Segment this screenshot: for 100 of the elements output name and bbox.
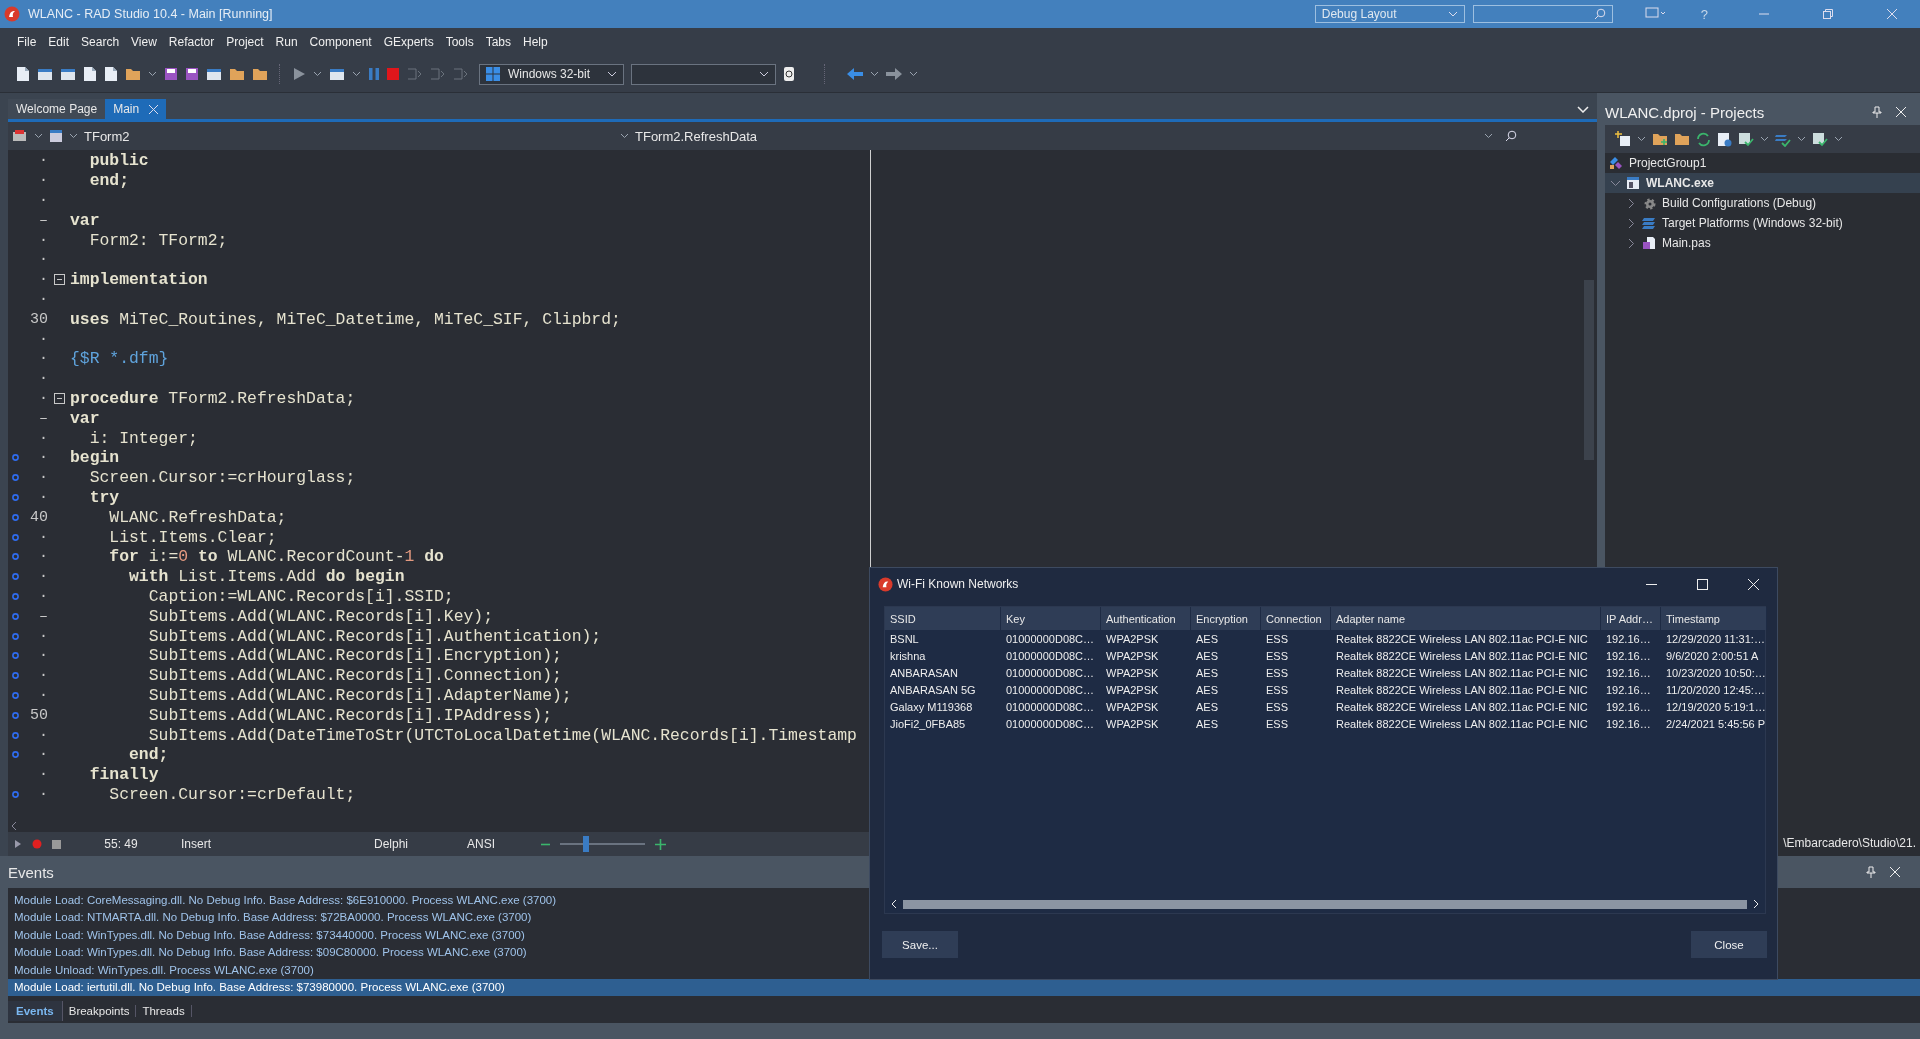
- panel-tab[interactable]: Events: [8, 1001, 63, 1021]
- pause-icon[interactable]: [368, 67, 380, 81]
- close-icon[interactable]: [1896, 107, 1906, 117]
- column-header[interactable]: Authentication: [1101, 607, 1191, 630]
- menu-item[interactable]: Project: [220, 35, 270, 49]
- line-marker-icon[interactable]: [11, 553, 19, 561]
- window-icon[interactable]: [329, 66, 345, 82]
- scroll-right-icon[interactable]: [1753, 899, 1759, 909]
- chevron-down-icon[interactable]: [313, 71, 322, 77]
- play-icon[interactable]: [14, 839, 22, 849]
- column-header[interactable]: SSID: [885, 607, 1001, 630]
- menu-item[interactable]: Search: [75, 35, 126, 49]
- line-marker-icon[interactable]: [11, 612, 19, 620]
- line-marker-icon[interactable]: [11, 672, 19, 680]
- collapse-icon[interactable]: [53, 274, 65, 286]
- menu-item[interactable]: GExperts: [377, 35, 440, 49]
- menu-item[interactable]: Edit: [42, 35, 76, 49]
- step-icon[interactable]: [452, 67, 468, 81]
- column-header[interactable]: Key: [1001, 607, 1101, 630]
- arrow-left-icon[interactable]: [847, 68, 863, 80]
- save-button[interactable]: Save...: [882, 931, 958, 958]
- line-marker-icon[interactable]: [11, 573, 19, 581]
- scrollbar-thumb[interactable]: [1584, 280, 1594, 460]
- panel-tab[interactable]: Breakpoints: [62, 1005, 137, 1017]
- menu-item[interactable]: View: [125, 35, 163, 49]
- chevron-down-icon[interactable]: [1797, 136, 1806, 142]
- platform-dropdown[interactable]: Windows 32-bit: [479, 63, 624, 85]
- stop-icon[interactable]: [52, 839, 61, 849]
- menu-item[interactable]: Component: [303, 35, 378, 49]
- maximize-icon[interactable]: [1697, 578, 1708, 590]
- window-icon[interactable]: [37, 66, 53, 82]
- expander-icon[interactable]: [1627, 238, 1636, 248]
- folder-icon[interactable]: [229, 67, 245, 81]
- chevron-down-icon[interactable]: [352, 71, 361, 77]
- chevron-down-icon[interactable]: [1834, 136, 1843, 142]
- panel-tab[interactable]: Threads: [136, 1005, 192, 1017]
- chevron-down-icon[interactable]: [148, 71, 157, 77]
- tree-item[interactable]: Build Configurations (Debug): [1605, 193, 1920, 213]
- window-icon[interactable]: [206, 66, 222, 82]
- menu-item[interactable]: Help: [517, 35, 554, 49]
- arrow-right-icon[interactable]: [886, 68, 902, 80]
- chevron-down-icon[interactable]: [1760, 136, 1769, 142]
- page-icon[interactable]: [16, 66, 30, 82]
- event-log-entry[interactable]: Module Load: iertutil.dll. No Debug Info. Base Address: $73980000. Process WLANC.exe (3700): [8, 978, 1920, 996]
- zoom-in-icon[interactable]: [655, 838, 666, 850]
- component-icon[interactable]: [12, 129, 28, 143]
- line-marker-icon[interactable]: [11, 513, 19, 521]
- window-icon[interactable]: [60, 66, 76, 82]
- column-header[interactable]: Encryption: [1191, 607, 1261, 630]
- chevron-down-icon[interactable]: [1637, 136, 1646, 142]
- folder-icon[interactable]: [125, 67, 141, 81]
- tree-item[interactable]: Target Platforms (Windows 32-bit): [1605, 213, 1920, 233]
- expander-icon[interactable]: [1627, 198, 1636, 208]
- chevron-down-icon[interactable]: [34, 133, 43, 139]
- line-marker-icon[interactable]: [11, 790, 19, 798]
- check-icon[interactable]: [1812, 131, 1828, 147]
- build-icon[interactable]: [1717, 131, 1732, 147]
- restore-icon[interactable]: [1823, 9, 1833, 19]
- save-icon[interactable]: [185, 67, 199, 81]
- line-marker-icon[interactable]: [11, 652, 19, 660]
- menu-item[interactable]: Tools: [439, 35, 480, 49]
- new-item-icon[interactable]: [1615, 131, 1631, 147]
- tree-item[interactable]: WLANC.exe: [1605, 173, 1920, 193]
- menu-item[interactable]: Run: [269, 35, 304, 49]
- check-icon[interactable]: [1738, 131, 1754, 147]
- line-marker-icon[interactable]: [11, 533, 19, 541]
- close-icon[interactable]: [1890, 867, 1900, 877]
- editor-tab[interactable]: Welcome Page: [8, 99, 106, 119]
- column-header[interactable]: Connection: [1261, 607, 1331, 630]
- chevron-down-icon[interactable]: [620, 133, 629, 139]
- menu-item[interactable]: File: [11, 35, 43, 49]
- line-marker-icon[interactable]: [11, 474, 19, 482]
- refresh-icon[interactable]: [1696, 131, 1711, 147]
- column-header[interactable]: Timestamp: [1661, 607, 1767, 630]
- line-marker-icon[interactable]: [11, 493, 19, 501]
- close-icon[interactable]: [1748, 578, 1759, 590]
- line-marker-icon[interactable]: [11, 731, 19, 739]
- chevron-down-icon[interactable]: [69, 133, 78, 139]
- search-icon[interactable]: [1505, 130, 1517, 142]
- device-dropdown[interactable]: [631, 63, 776, 85]
- expander-icon[interactable]: [1627, 218, 1636, 228]
- step-icon[interactable]: [429, 67, 445, 81]
- record-icon[interactable]: [32, 839, 42, 849]
- line-marker-icon[interactable]: [11, 751, 19, 759]
- zoom-slider-thumb[interactable]: [582, 836, 589, 852]
- column-header[interactable]: Adapter name: [1331, 607, 1601, 630]
- line-marker-icon[interactable]: [11, 632, 19, 640]
- tree-item[interactable]: Main.pas: [1605, 233, 1920, 253]
- page-icon[interactable]: [83, 66, 97, 82]
- scrollbar-thumb[interactable]: [903, 899, 1747, 909]
- folder-add-icon[interactable]: [1652, 132, 1668, 146]
- line-marker-icon[interactable]: [11, 592, 19, 600]
- search-field[interactable]: [1472, 5, 1613, 23]
- page-icon[interactable]: [104, 66, 118, 82]
- chevron-down-icon[interactable]: [909, 71, 918, 77]
- editor-tab[interactable]: Main: [105, 99, 167, 119]
- chevron-down-icon[interactable]: [1484, 133, 1493, 139]
- pin-icon[interactable]: [1866, 866, 1876, 878]
- save-icon[interactable]: [164, 67, 178, 81]
- expander-icon[interactable]: [1611, 178, 1620, 188]
